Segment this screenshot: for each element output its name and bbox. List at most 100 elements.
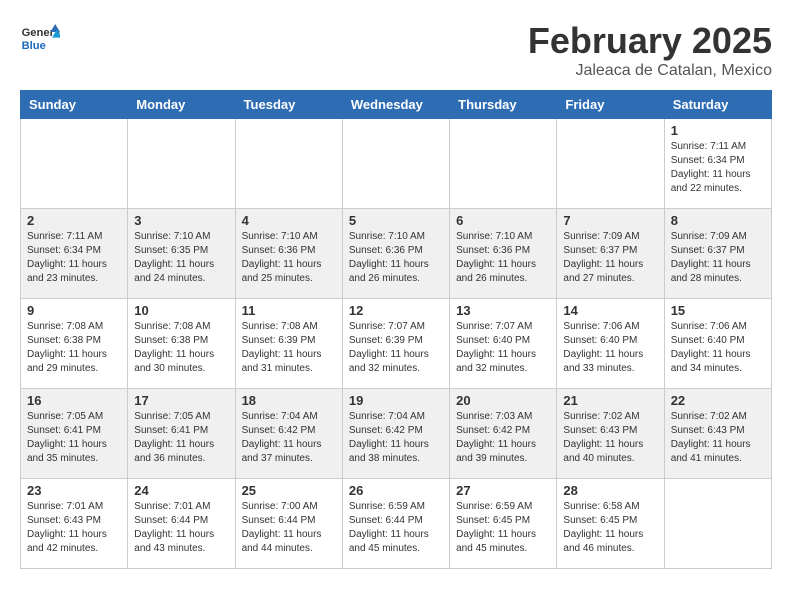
day-info: Sunrise: 7:08 AM Sunset: 6:38 PM Dayligh… [27, 320, 121, 376]
day-number: 16 [27, 393, 121, 408]
day-info: Sunrise: 7:09 AM Sunset: 6:37 PM Dayligh… [563, 230, 657, 286]
calendar-cell [664, 479, 771, 569]
day-number: 27 [456, 483, 550, 498]
calendar-cell [128, 119, 235, 209]
calendar-cell: 13 Sunrise: 7:07 AM Sunset: 6:40 PM Dayli… [450, 299, 557, 389]
calendar-cell: 14 Sunrise: 7:06 AM Sunset: 6:40 PM Dayli… [557, 299, 664, 389]
day-info: Sunrise: 7:01 AM Sunset: 6:44 PM Dayligh… [134, 500, 228, 556]
day-number: 6 [456, 213, 550, 228]
day-info: Sunrise: 7:06 AM Sunset: 6:40 PM Dayligh… [671, 320, 765, 376]
calendar-cell: 7Sunrise: 7:09 AM Sunset: 6:37 PM Daylig… [557, 209, 664, 299]
calendar-cell: 24 Sunrise: 7:01 AM Sunset: 6:44 PM Dayli… [128, 479, 235, 569]
calendar-week-row: 16 Sunrise: 7:05 AM Sunset: 6:41 PM Dayli… [21, 389, 772, 479]
calendar-cell: 6 Sunrise: 7:10 AM Sunset: 6:36 PM Daylig… [450, 209, 557, 299]
calendar-cell: 27Sunrise: 6:59 AM Sunset: 6:45 PM Dayli… [450, 479, 557, 569]
weekday-header-saturday: Saturday [664, 91, 771, 119]
day-number: 15 [671, 303, 765, 318]
day-info: Sunrise: 6:59 AM Sunset: 6:44 PM Dayligh… [349, 500, 443, 556]
day-info: Sunrise: 7:10 AM Sunset: 6:36 PM Dayligh… [349, 230, 443, 286]
calendar-cell: 9 Sunrise: 7:08 AM Sunset: 6:38 PM Daylig… [21, 299, 128, 389]
weekday-header-sunday: Sunday [21, 91, 128, 119]
weekday-header-thursday: Thursday [450, 91, 557, 119]
calendar-cell [450, 119, 557, 209]
day-number: 11 [242, 303, 336, 318]
calendar-cell: 22Sunrise: 7:02 AM Sunset: 6:43 PM Dayli… [664, 389, 771, 479]
calendar-week-row: 2 Sunrise: 7:11 AM Sunset: 6:34 PM Daylig… [21, 209, 772, 299]
day-number: 25 [242, 483, 336, 498]
calendar-cell [235, 119, 342, 209]
calendar-cell: 18 Sunrise: 7:04 AM Sunset: 6:42 PM Dayli… [235, 389, 342, 479]
day-info: Sunrise: 7:07 AM Sunset: 6:40 PM Dayligh… [456, 320, 550, 376]
day-number: 19 [349, 393, 443, 408]
calendar-cell [342, 119, 449, 209]
weekday-header-row: SundayMondayTuesdayWednesdayThursdayFrid… [21, 91, 772, 119]
calendar-week-row: 1 Sunrise: 7:11 AM Sunset: 6:34 PM Daylig… [21, 119, 772, 209]
day-number: 14 [563, 303, 657, 318]
day-number: 20 [456, 393, 550, 408]
weekday-header-friday: Friday [557, 91, 664, 119]
calendar-cell: 5Sunrise: 7:10 AM Sunset: 6:36 PM Daylig… [342, 209, 449, 299]
day-info: Sunrise: 7:08 AM Sunset: 6:39 PM Dayligh… [242, 320, 336, 376]
day-info: Sunrise: 7:04 AM Sunset: 6:42 PM Dayligh… [349, 410, 443, 466]
day-info: Sunrise: 7:11 AM Sunset: 6:34 PM Dayligh… [27, 230, 121, 286]
day-number: 21 [563, 393, 657, 408]
calendar-cell: 10 Sunrise: 7:08 AM Sunset: 6:38 PM Dayli… [128, 299, 235, 389]
month-year-title: February 2025 [528, 20, 772, 62]
day-info: Sunrise: 7:06 AM Sunset: 6:40 PM Dayligh… [563, 320, 657, 376]
day-number: 3 [134, 213, 228, 228]
day-number: 13 [456, 303, 550, 318]
calendar-cell: 12Sunrise: 7:07 AM Sunset: 6:39 PM Dayli… [342, 299, 449, 389]
calendar-cell: 2 Sunrise: 7:11 AM Sunset: 6:34 PM Daylig… [21, 209, 128, 299]
day-number: 18 [242, 393, 336, 408]
day-number: 2 [27, 213, 121, 228]
day-number: 28 [563, 483, 657, 498]
day-info: Sunrise: 7:10 AM Sunset: 6:35 PM Dayligh… [134, 230, 228, 286]
calendar-cell [21, 119, 128, 209]
location-subtitle: Jaleaca de Catalan, Mexico [528, 62, 772, 80]
day-info: Sunrise: 6:58 AM Sunset: 6:45 PM Dayligh… [563, 500, 657, 556]
calendar-table: SundayMondayTuesdayWednesdayThursdayFrid… [20, 90, 772, 569]
weekday-header-wednesday: Wednesday [342, 91, 449, 119]
day-number: 4 [242, 213, 336, 228]
day-number: 17 [134, 393, 228, 408]
day-number: 10 [134, 303, 228, 318]
day-info: Sunrise: 7:00 AM Sunset: 6:44 PM Dayligh… [242, 500, 336, 556]
day-info: Sunrise: 7:05 AM Sunset: 6:41 PM Dayligh… [27, 410, 121, 466]
day-number: 26 [349, 483, 443, 498]
day-number: 1 [671, 123, 765, 138]
day-number: 24 [134, 483, 228, 498]
calendar-cell: 26 Sunrise: 6:59 AM Sunset: 6:44 PM Dayli… [342, 479, 449, 569]
title-section: February 2025 Jaleaca de Catalan, Mexico [528, 20, 772, 80]
calendar-week-row: 9 Sunrise: 7:08 AM Sunset: 6:38 PM Daylig… [21, 299, 772, 389]
calendar-cell: 15 Sunrise: 7:06 AM Sunset: 6:40 PM Dayli… [664, 299, 771, 389]
day-info: Sunrise: 7:05 AM Sunset: 6:41 PM Dayligh… [134, 410, 228, 466]
day-info: Sunrise: 7:02 AM Sunset: 6:43 PM Dayligh… [563, 410, 657, 466]
weekday-header-tuesday: Tuesday [235, 91, 342, 119]
svg-text:Blue: Blue [22, 40, 46, 52]
calendar-cell: 4 Sunrise: 7:10 AM Sunset: 6:36 PM Daylig… [235, 209, 342, 299]
calendar-cell: 20Sunrise: 7:03 AM Sunset: 6:42 PM Dayli… [450, 389, 557, 479]
day-info: Sunrise: 7:04 AM Sunset: 6:42 PM Dayligh… [242, 410, 336, 466]
calendar-cell: 21 Sunrise: 7:02 AM Sunset: 6:43 PM Dayli… [557, 389, 664, 479]
day-number: 9 [27, 303, 121, 318]
calendar-cell: 25 Sunrise: 7:00 AM Sunset: 6:44 PM Dayli… [235, 479, 342, 569]
day-info: Sunrise: 7:08 AM Sunset: 6:38 PM Dayligh… [134, 320, 228, 376]
logo-icon: General Blue [20, 20, 60, 56]
calendar-cell: 17 Sunrise: 7:05 AM Sunset: 6:41 PM Dayli… [128, 389, 235, 479]
calendar-cell: 3 Sunrise: 7:10 AM Sunset: 6:35 PM Daylig… [128, 209, 235, 299]
day-info: Sunrise: 7:11 AM Sunset: 6:34 PM Dayligh… [671, 140, 765, 196]
calendar-cell: 11 Sunrise: 7:08 AM Sunset: 6:39 PM Dayli… [235, 299, 342, 389]
day-info: Sunrise: 7:10 AM Sunset: 6:36 PM Dayligh… [242, 230, 336, 286]
day-info: Sunrise: 7:09 AM Sunset: 6:37 PM Dayligh… [671, 230, 765, 286]
weekday-header-monday: Monday [128, 91, 235, 119]
day-info: Sunrise: 7:07 AM Sunset: 6:39 PM Dayligh… [349, 320, 443, 376]
day-number: 8 [671, 213, 765, 228]
calendar-cell: 1 Sunrise: 7:11 AM Sunset: 6:34 PM Daylig… [664, 119, 771, 209]
calendar-cell: 28 Sunrise: 6:58 AM Sunset: 6:45 PM Dayli… [557, 479, 664, 569]
calendar-cell: 23Sunrise: 7:01 AM Sunset: 6:43 PM Dayli… [21, 479, 128, 569]
calendar-cell: 19 Sunrise: 7:04 AM Sunset: 6:42 PM Dayli… [342, 389, 449, 479]
day-info: Sunrise: 7:02 AM Sunset: 6:43 PM Dayligh… [671, 410, 765, 466]
calendar-cell: 16 Sunrise: 7:05 AM Sunset: 6:41 PM Dayli… [21, 389, 128, 479]
day-info: Sunrise: 7:10 AM Sunset: 6:36 PM Dayligh… [456, 230, 550, 286]
logo: General Blue [20, 20, 62, 56]
